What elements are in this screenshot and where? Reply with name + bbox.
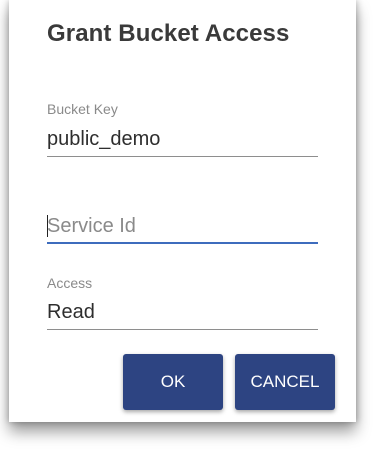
dialog-title: Grant Bucket Access	[47, 20, 290, 47]
service-id-placeholder: Service Id	[47, 215, 136, 237]
service-id-underline	[47, 242, 318, 244]
bucket-key-underline	[47, 156, 318, 157]
access-label: Access	[47, 275, 93, 291]
access-underline	[47, 329, 318, 330]
bucket-key-value: public_demo	[47, 128, 161, 150]
service-id-field[interactable]: Service Id	[47, 206, 318, 246]
access-value: Read	[47, 301, 95, 323]
bucket-key-field[interactable]: Bucket Key public_demo	[47, 98, 318, 160]
ok-button[interactable]: OK	[123, 354, 223, 410]
grant-bucket-access-dialog: Grant Bucket Access Bucket Key public_de…	[9, 0, 356, 422]
bucket-key-label: Bucket Key	[47, 101, 118, 117]
cancel-button[interactable]: CANCEL	[235, 354, 335, 410]
access-select[interactable]: Access Read	[47, 274, 318, 332]
